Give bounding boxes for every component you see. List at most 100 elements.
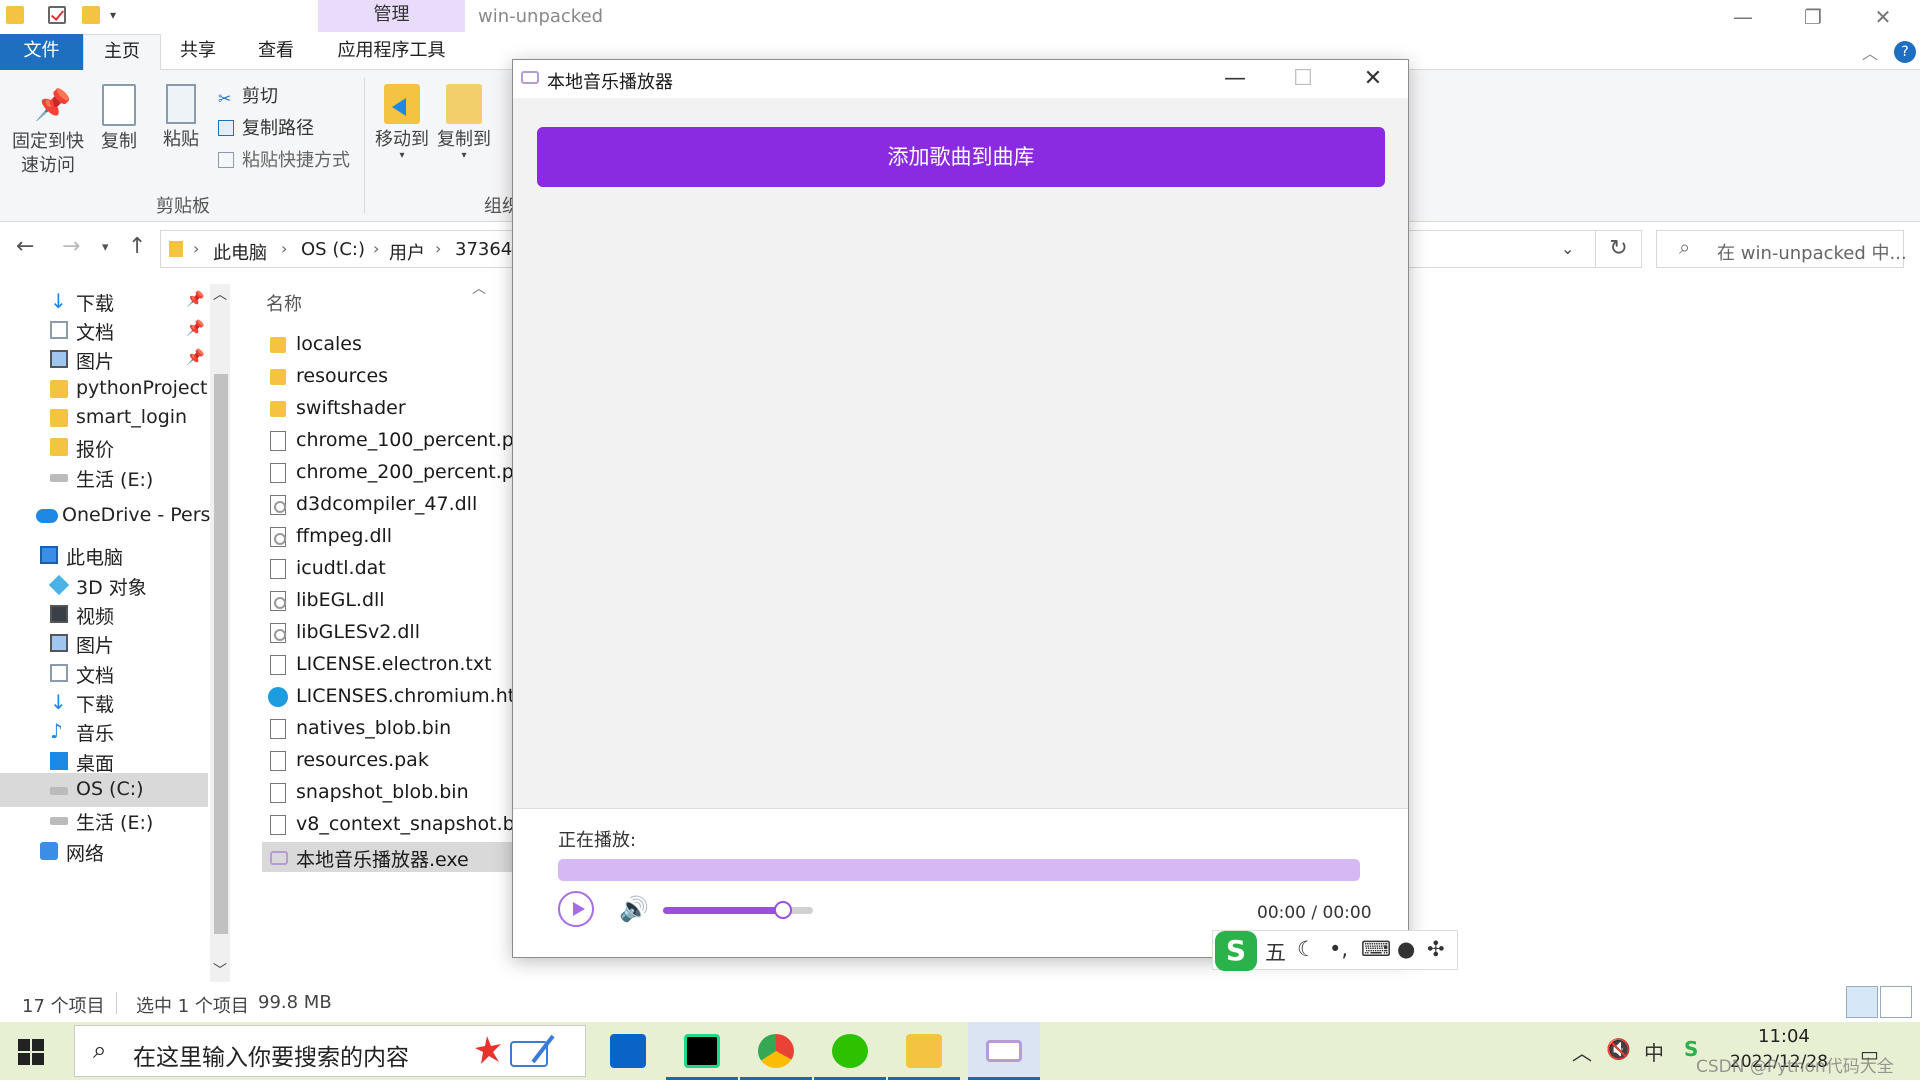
copy-button[interactable]: 复制	[96, 84, 142, 154]
move-to-button[interactable]: 移动到 ▾	[374, 84, 430, 161]
ime-mode[interactable]: 五	[1265, 937, 1286, 967]
manage-contextual-tab[interactable]: 管理	[318, 0, 465, 32]
nav-item[interactable]: 此电脑	[0, 538, 208, 572]
file-row[interactable]: 本地音乐播放器.exe	[262, 842, 512, 872]
address-dropdown-icon[interactable]: ⌄	[1561, 239, 1574, 258]
pin-quick-access-button[interactable]: 📌 固定到快 速访问	[10, 86, 86, 178]
nav-item[interactable]: 图片	[0, 626, 208, 660]
search-input[interactable]: ⌕ 在 win-unpacked 中...	[1656, 230, 1907, 268]
collapse-ribbon-icon[interactable]: ︿	[1862, 40, 1878, 64]
nav-item[interactable]: OneDrive - Persc	[0, 499, 212, 533]
nav-scroll-thumb[interactable]	[214, 374, 228, 934]
speaker-muted-icon[interactable]: 🔇	[1606, 1037, 1631, 1061]
file-row[interactable]: LICENSES.chromium.html	[262, 682, 512, 712]
file-row[interactable]: ffmpeg.dll	[262, 522, 512, 552]
customize-qat-icon[interactable]: ▾	[110, 8, 116, 22]
copy-path-button[interactable]: 复制路径	[218, 114, 314, 140]
file-row[interactable]: snapshot_blob.bin	[262, 778, 512, 808]
player-maximize-button[interactable]: ☐	[1269, 60, 1337, 98]
player-minimize-button[interactable]: —	[1201, 60, 1269, 98]
taskbar-file-explorer[interactable]	[888, 1022, 960, 1080]
properties-icon[interactable]	[48, 6, 66, 24]
file-row[interactable]: swiftshader	[262, 394, 512, 424]
back-arrow-icon[interactable]: ←	[16, 234, 34, 259]
nav-item[interactable]: 报价	[0, 430, 208, 464]
paste-button[interactable]: 粘贴	[158, 84, 204, 152]
sogou-logo-icon[interactable]: S	[1215, 931, 1257, 971]
file-row[interactable]: v8_context_snapshot.bin	[262, 810, 512, 840]
file-row[interactable]: icudtl.dat	[262, 554, 512, 584]
breadcrumb-this-pc[interactable]: 此电脑	[213, 239, 267, 265]
volume-thumb[interactable]	[774, 901, 792, 919]
tab-share[interactable]: 共享	[160, 34, 236, 70]
volume-icon[interactable]: 🔊	[619, 895, 649, 923]
minimize-button[interactable]: —	[1710, 0, 1776, 34]
breadcrumb-separator[interactable]: ›	[193, 239, 199, 258]
close-button[interactable]: ✕	[1850, 0, 1916, 34]
taskbar-wechat[interactable]	[814, 1022, 886, 1080]
scroll-up-icon[interactable]: ︿	[213, 284, 227, 304]
file-row[interactable]: chrome_200_percent.pak	[262, 458, 512, 488]
forward-arrow-icon[interactable]: →	[62, 234, 80, 259]
file-row[interactable]: locales	[262, 330, 512, 360]
show-hidden-icons[interactable]: ︿	[1572, 1037, 1592, 1066]
restore-button[interactable]: ❐	[1780, 0, 1846, 34]
nav-scrollbar[interactable]: ︿ ﹀	[210, 284, 230, 982]
file-row[interactable]: chrome_100_percent.pak	[262, 426, 512, 456]
taskbar-chrome[interactable]	[740, 1022, 812, 1080]
breadcrumb-separator[interactable]: ›	[435, 239, 441, 258]
file-row[interactable]: libGLESv2.dll	[262, 618, 512, 648]
taskbar-music-player[interactable]	[968, 1022, 1040, 1080]
scroll-down-icon[interactable]: ﹀	[213, 960, 227, 980]
nav-item[interactable]: 生活 (E:)	[0, 460, 208, 494]
clock-time[interactable]: 11:04	[1758, 1026, 1810, 1047]
windows-start-icon[interactable]	[18, 1039, 44, 1065]
help-icon[interactable]: ?	[1894, 41, 1916, 63]
breadcrumb-user-folder[interactable]: 37364	[455, 239, 512, 260]
cut-button[interactable]: ✂ 剪切	[218, 82, 278, 108]
user-icon[interactable]: ●	[1397, 937, 1415, 961]
taskbar-pycharm[interactable]	[666, 1022, 738, 1080]
nav-item[interactable]: 图片 📌	[0, 342, 208, 376]
progress-bar[interactable]	[558, 859, 1360, 881]
column-header-name[interactable]: 名称	[266, 290, 302, 316]
taskbar-search-box[interactable]: ⌕ 在这里输入你要搜索的内容	[74, 1025, 586, 1077]
up-arrow-icon[interactable]: ↑	[128, 234, 146, 259]
play-button[interactable]	[558, 891, 594, 927]
tab-app-tools[interactable]: 应用程序工具	[318, 34, 465, 70]
tab-file[interactable]: 文件	[0, 34, 83, 70]
player-close-button[interactable]: ✕	[1339, 60, 1407, 98]
file-row[interactable]: resources.pak	[262, 746, 512, 776]
moon-icon[interactable]: ☾	[1297, 937, 1316, 961]
add-song-button[interactable]: 添加歌曲到曲库	[537, 127, 1385, 187]
breadcrumb-separator[interactable]: ›	[373, 239, 379, 258]
grid-icon[interactable]: ✣	[1427, 937, 1445, 961]
file-row[interactable]: resources	[262, 362, 512, 392]
file-row[interactable]: d3dcompiler_47.dll	[262, 490, 512, 520]
breadcrumb-os-c[interactable]: OS (C:)	[301, 239, 365, 260]
nav-item[interactable]: ♪ 音乐	[0, 714, 208, 748]
taskbar-mail[interactable]	[592, 1022, 664, 1080]
nav-item[interactable]: OS (C:)	[0, 773, 208, 807]
recent-locations-icon[interactable]: ▾	[102, 240, 109, 255]
file-row[interactable]: natives_blob.bin	[262, 714, 512, 744]
nav-item[interactable]: 生活 (E:)	[0, 803, 208, 837]
copy-to-button[interactable]: 复制到 ▾	[436, 84, 492, 161]
refresh-button[interactable]: ↻	[1596, 230, 1642, 268]
breadcrumb-users[interactable]: 用户	[389, 239, 425, 265]
keyboard-icon[interactable]: ⌨	[1361, 937, 1391, 961]
punctuation-icon[interactable]: •,	[1329, 937, 1348, 961]
volume-slider[interactable]	[663, 901, 813, 919]
tab-home[interactable]: 主页	[83, 34, 161, 71]
ime-indicator[interactable]: 中	[1644, 1037, 1664, 1066]
tab-view[interactable]: 查看	[238, 34, 314, 70]
new-folder-icon[interactable]	[82, 6, 100, 24]
notification-icon[interactable]: ▭	[1860, 1042, 1879, 1066]
paste-shortcut-button[interactable]: 粘贴快捷方式	[218, 146, 350, 172]
breadcrumb-separator[interactable]: ›	[281, 239, 287, 258]
nav-item[interactable]: 网络	[0, 834, 208, 868]
file-row[interactable]: LICENSE.electron.txt	[262, 650, 512, 680]
details-view-button[interactable]	[1846, 986, 1878, 1018]
large-icons-view-button[interactable]	[1880, 986, 1912, 1018]
file-row[interactable]: libEGL.dll	[262, 586, 512, 616]
